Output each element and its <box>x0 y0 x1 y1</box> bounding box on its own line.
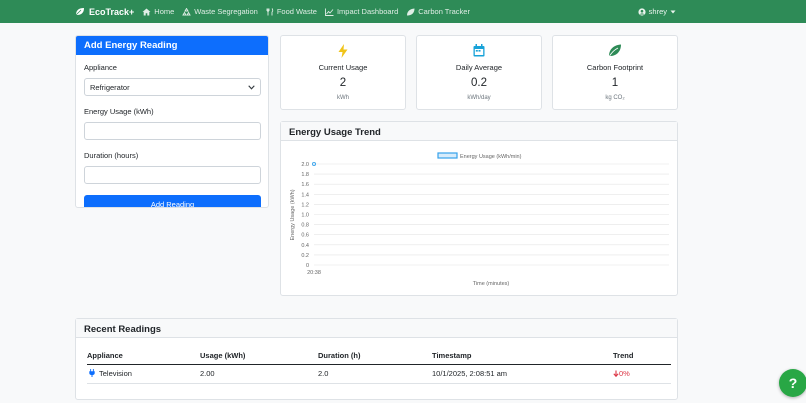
stat-unit: kWh <box>337 95 349 101</box>
recent-readings-table: Appliance Usage (kWh) Duration (h) Times… <box>87 347 671 384</box>
y-tick-label: 1.0 <box>301 213 309 219</box>
brand-name: EcoTrack+ <box>89 6 135 17</box>
y-axis-title: Energy Usage (kWh) <box>290 189 296 240</box>
y-tick-label: 1.4 <box>301 192 309 198</box>
nav-food-waste-label: Food Waste <box>276 7 317 16</box>
stat-value: 1 <box>611 77 619 89</box>
timestamp-cell: 10/1/2025, 2:08:51 am <box>432 364 613 384</box>
nav-waste-segregation-label: Waste Segregation <box>194 7 258 16</box>
y-tick-label: 1.8 <box>301 172 309 178</box>
appliance-select[interactable]: Refrigerator <box>84 78 261 96</box>
nav-impact-dashboard[interactable]: Impact Dashboard <box>325 7 398 16</box>
appliance-select-value: Refrigerator <box>90 82 130 92</box>
nav-waste-segregation[interactable]: Waste Segregation <box>182 7 258 16</box>
x-axis-title: Time (minutes) <box>473 281 510 287</box>
x-tick-label: 20:38 <box>307 270 321 276</box>
utensils-icon <box>266 7 274 15</box>
y-tick-label: 2.0 <box>301 162 309 168</box>
duration-cell: 2.0 <box>318 364 432 384</box>
y-tick-label: 0.8 <box>301 223 309 229</box>
chart-title: Energy Usage Trend <box>281 122 677 141</box>
trend-value: 0% <box>619 369 630 378</box>
stat-unit: kWh/day <box>467 95 491 101</box>
current-usage-card: Current Usage 2 kWh <box>280 35 406 110</box>
stat-title: Daily Average <box>455 63 503 72</box>
recycle-icon <box>182 7 192 15</box>
duration-input[interactable] <box>84 166 261 184</box>
y-tick-label: 1.2 <box>301 202 309 208</box>
bolt-icon <box>338 44 348 58</box>
column-header: Usage (kWh) <box>200 347 318 365</box>
carbon-footprint-card: Carbon Footprint 1 kg CO₂ <box>552 35 678 110</box>
home-icon <box>142 8 151 15</box>
table-row: Television 2.00 2.0 10/1/2025, 2:08:51 a… <box>87 364 671 384</box>
appliance-name: Television <box>99 369 132 378</box>
nav-home[interactable]: Home <box>142 7 174 16</box>
user-icon <box>638 7 646 16</box>
energy-usage-input[interactable] <box>84 122 261 140</box>
leaf-icon <box>75 8 84 16</box>
energy-usage-trend-card: Energy Usage Trend 0 0.2 0.4 0.6 0.8 1.0 1.2 1.… <box>280 121 678 296</box>
stat-title: Current Usage <box>318 63 368 72</box>
y-tick-label: 0.6 <box>301 233 309 239</box>
leaf-icon <box>609 44 621 57</box>
calendar-icon <box>473 44 485 57</box>
recent-readings-card: Recent Readings Appliance Usage (kWh) Du… <box>75 318 678 400</box>
brand[interactable]: EcoTrack+ <box>75 7 134 17</box>
stat-title: Carbon Footprint <box>586 63 644 72</box>
y-tick-label: 1.6 <box>301 182 309 188</box>
data-point <box>311 161 316 166</box>
column-header: Appliance <box>87 347 200 365</box>
caret-down-icon <box>670 10 676 13</box>
nav-home-label: Home <box>154 7 175 16</box>
nav-carbon-tracker-label: Carbon Tracker <box>418 7 470 16</box>
plug-icon <box>89 369 95 377</box>
legend-label: Energy Usage (kWh/min) <box>460 154 522 160</box>
leaf-icon <box>407 8 415 15</box>
user-menu[interactable]: shrey <box>638 0 676 23</box>
chevron-down-icon <box>248 84 255 90</box>
y-tick-label: 0.4 <box>301 243 309 249</box>
trend-cell: 0% <box>613 364 671 384</box>
column-header: Timestamp <box>432 347 613 365</box>
table-header-row: Appliance Usage (kWh) Duration (h) Times… <box>87 347 671 365</box>
nav-carbon-tracker[interactable]: Carbon Tracker <box>406 7 470 16</box>
stat-value: 2 <box>339 77 347 89</box>
appliance-cell: Television <box>87 364 200 384</box>
user-name: shrey <box>648 7 667 16</box>
form-title: Add Energy Reading <box>76 36 268 55</box>
duration-label: Duration (hours) <box>84 151 139 160</box>
column-header: Trend <box>613 347 671 365</box>
usage-cell: 2.00 <box>200 364 318 384</box>
energy-usage-label: Energy Usage (kWh) <box>84 107 154 116</box>
navbar: EcoTrack+ Home Waste Segregation Food Wa… <box>0 0 806 23</box>
nav-impact-dashboard-label: Impact Dashboard <box>336 7 399 16</box>
stat-value: 0.2 <box>471 77 487 89</box>
stat-unit: kg CO₂ <box>605 95 625 101</box>
recent-readings-title: Recent Readings <box>76 319 677 338</box>
nav-food-waste[interactable]: Food Waste <box>266 7 317 16</box>
daily-average-card: Daily Average 0.2 kWh/day <box>416 35 542 110</box>
chart-icon <box>325 8 334 16</box>
add-energy-reading-card: Add Energy Reading Appliance Refrigerato… <box>75 35 269 208</box>
help-button[interactable]: ? <box>779 369 806 397</box>
y-tick-label: 0 <box>306 263 309 269</box>
energy-usage-chart: 0 0.2 0.4 0.6 0.8 1.0 1.2 1.4 1.6 1.8 2.0 20:38 En… <box>290 152 669 287</box>
legend-swatch <box>437 152 458 159</box>
add-reading-button[interactable]: Add Reading <box>84 195 261 207</box>
y-tick-label: 0.2 <box>301 253 309 259</box>
appliance-label: Appliance <box>84 63 117 72</box>
column-header: Duration (h) <box>318 347 432 365</box>
